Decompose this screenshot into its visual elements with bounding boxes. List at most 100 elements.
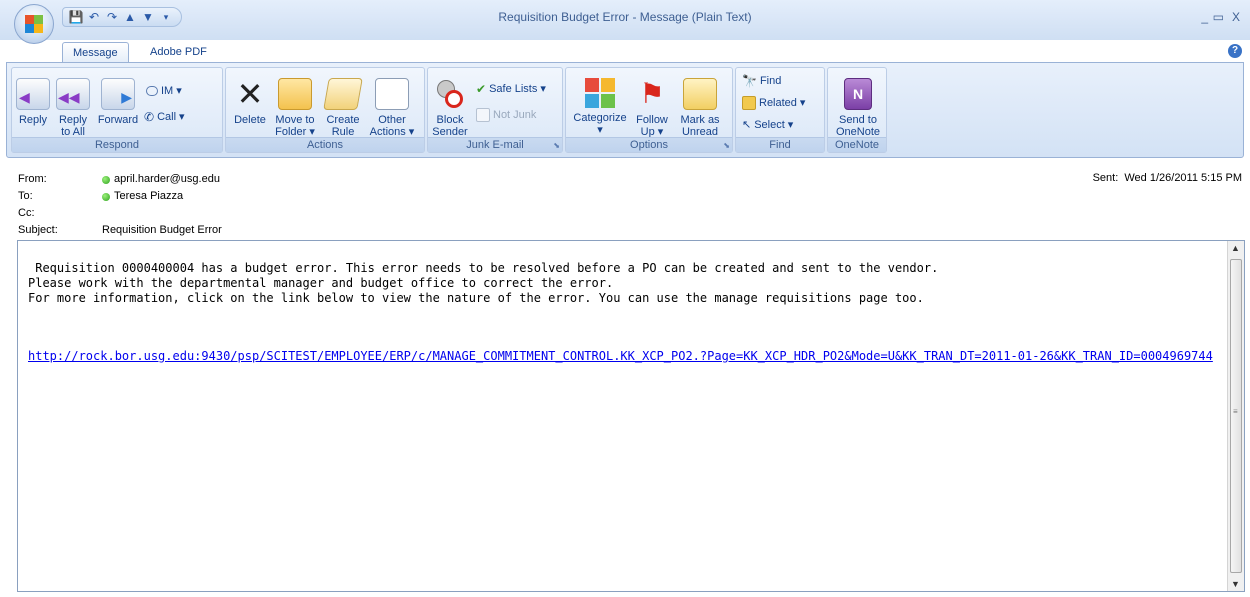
safe-lists-button[interactable]: ✔ Safe Lists ▾ [476, 80, 546, 98]
delete-label: Delete [234, 114, 266, 126]
junk-email-group: Block Sender ✔ Safe Lists ▾ Not Junk Junk… [427, 67, 563, 153]
junk-email-group-label: Junk E-mail [428, 137, 562, 152]
subject-value: Requisition Budget Error [102, 224, 222, 236]
onenote-group: N Send to OneNote OneNote [827, 67, 887, 153]
other-actions-icon [375, 78, 409, 110]
ribbon-tabs: Message Adobe PDF [0, 40, 1250, 62]
safe-lists-icon: ✔ [476, 82, 487, 96]
folder-icon [278, 78, 312, 110]
reply-label: Reply [18, 114, 48, 126]
move-label-1: Move to [275, 114, 315, 126]
mark-as-unread-button[interactable]: Mark as Unread [676, 78, 724, 138]
customize-toolbar-icon[interactable]: ▾ [159, 10, 173, 24]
create-label-1: Create [326, 114, 360, 126]
quick-access-toolbar: 💾 ↶ ↷ ▲ ▼ ▾ [62, 7, 182, 27]
to-field[interactable]: Teresa Piazza [102, 189, 183, 204]
flag-icon: ⚑ [639, 78, 665, 109]
options-group-label: Options [566, 137, 732, 152]
mark-label-1: Mark as [680, 114, 720, 126]
im-button[interactable]: IM ▾ [146, 82, 182, 100]
select-button[interactable]: ↖ Select ▾ [742, 116, 793, 134]
send-label-1: Send to [839, 114, 877, 126]
junk-dialog-launcher-icon[interactable]: ⬊ [553, 141, 560, 150]
actions-group-label: Actions [226, 137, 424, 152]
find-label: Find [759, 75, 782, 87]
redo-icon[interactable]: ↷ [105, 10, 119, 24]
sent-label: Sent: [1092, 172, 1119, 184]
call-button[interactable]: ✆ Call ▾ [144, 108, 185, 126]
forward-button[interactable]: ▶ Forward [96, 78, 140, 126]
cc-label: Cc: [18, 207, 35, 219]
block-sender-button[interactable]: Block Sender [432, 78, 468, 138]
maximize-button[interactable]: ▭ [1213, 10, 1224, 24]
not-junk-button[interactable]: Not Junk [476, 106, 536, 124]
find-group: 🔭 Find Related ▾ ↖ Select ▾ Find [735, 67, 825, 153]
other-actions-button[interactable]: Other Actions ▾ [366, 78, 418, 138]
requisition-link[interactable]: http://rock.bor.usg.edu:9430/psp/SCITEST… [28, 349, 1218, 364]
onenote-icon: N [844, 78, 872, 110]
up-arrow-icon[interactable]: ▲ [123, 10, 137, 24]
related-button[interactable]: Related ▾ [742, 94, 805, 112]
im-icon [146, 86, 158, 96]
tab-message[interactable]: Message [62, 42, 129, 62]
grip-icon: ≡ [1233, 407, 1238, 416]
call-label: Call [157, 111, 177, 123]
actions-group: ✕ Delete Move to Folder ▾ Create Rule Ot… [225, 67, 425, 153]
delete-button[interactable]: ✕ Delete [230, 78, 270, 126]
tab-adobe-pdf[interactable]: Adobe PDF [140, 42, 217, 62]
sent-value: Wed 1/26/2011 5:15 PM [1124, 172, 1242, 184]
down-arrow-icon[interactable]: ▼ [141, 10, 155, 24]
to-value: Teresa Piazza [114, 190, 184, 202]
scrollbar-thumb[interactable]: ≡ [1230, 259, 1242, 573]
related-label: Related [759, 97, 797, 109]
binoculars-icon: 🔭 [742, 74, 757, 88]
message-body[interactable]: Requisition 0000400004 has a budget erro… [17, 240, 1245, 592]
scroll-up-icon[interactable]: ▲ [1231, 243, 1240, 253]
phone-icon: ✆ [144, 110, 155, 124]
reply-icon: ◀ [16, 78, 50, 110]
reply-button[interactable]: ◀ Reply [16, 78, 50, 126]
select-label: Select [754, 119, 785, 131]
move-to-folder-button[interactable]: Move to Folder ▾ [272, 78, 318, 138]
options-dialog-launcher-icon[interactable]: ⬊ [723, 141, 730, 150]
respond-group: ◀ Reply ◀◀ Reply to All ▶ Forward IM ▾ ✆ … [11, 67, 223, 153]
forward-label: Forward [97, 114, 139, 126]
from-field[interactable]: april.harder@usg.edu [102, 172, 220, 187]
scroll-down-icon[interactable]: ▼ [1231, 579, 1240, 589]
sent-info: Sent: Wed 1/26/2011 5:15 PM [1093, 172, 1242, 184]
follow-label-1: Follow [636, 114, 668, 126]
close-button[interactable]: X [1232, 10, 1240, 24]
ribbon: ◀ Reply ◀◀ Reply to All ▶ Forward IM ▾ ✆ … [6, 62, 1244, 158]
to-label: To: [18, 190, 33, 202]
block-label-1: Block [436, 114, 464, 126]
categorize-button[interactable]: Categorize ▾ [570, 78, 630, 136]
vertical-scrollbar[interactable]: ▲ ≡ ▼ [1227, 241, 1244, 591]
forward-icon: ▶ [101, 78, 135, 110]
find-button[interactable]: 🔭 Find [742, 72, 781, 90]
from-label: From: [18, 173, 47, 185]
follow-up-button[interactable]: ⚑ Follow Up ▾ [632, 78, 672, 138]
reply-all-label-1: Reply [58, 114, 88, 126]
other-label-1: Other [378, 114, 406, 126]
reply-all-button[interactable]: ◀◀ Reply to All [54, 78, 92, 138]
minimize-button[interactable]: _ [1201, 10, 1208, 24]
from-value: april.harder@usg.edu [114, 173, 220, 185]
im-label: IM [161, 85, 174, 97]
subject-label: Subject: [18, 224, 58, 236]
delete-icon: ✕ [236, 76, 264, 112]
cursor-icon: ↖ [742, 119, 752, 131]
save-icon[interactable]: 💾 [69, 10, 84, 24]
categorize-icon [585, 78, 615, 108]
block-sender-icon [433, 78, 467, 110]
office-logo-icon [25, 15, 43, 33]
send-to-onenote-button[interactable]: N Send to OneNote [832, 78, 884, 138]
safe-lists-label: Safe Lists [489, 83, 538, 95]
office-button[interactable] [14, 4, 54, 44]
create-rule-button[interactable]: Create Rule [322, 78, 364, 138]
mark-unread-icon [683, 78, 717, 110]
options-group: Categorize ▾ ⚑ Follow Up ▾ Mark as Unrea… [565, 67, 733, 153]
help-icon[interactable]: ? [1228, 44, 1242, 58]
presence-dot-icon [102, 175, 110, 184]
undo-icon[interactable]: ↶ [87, 10, 101, 24]
categorize-label: Categorize [573, 112, 627, 124]
